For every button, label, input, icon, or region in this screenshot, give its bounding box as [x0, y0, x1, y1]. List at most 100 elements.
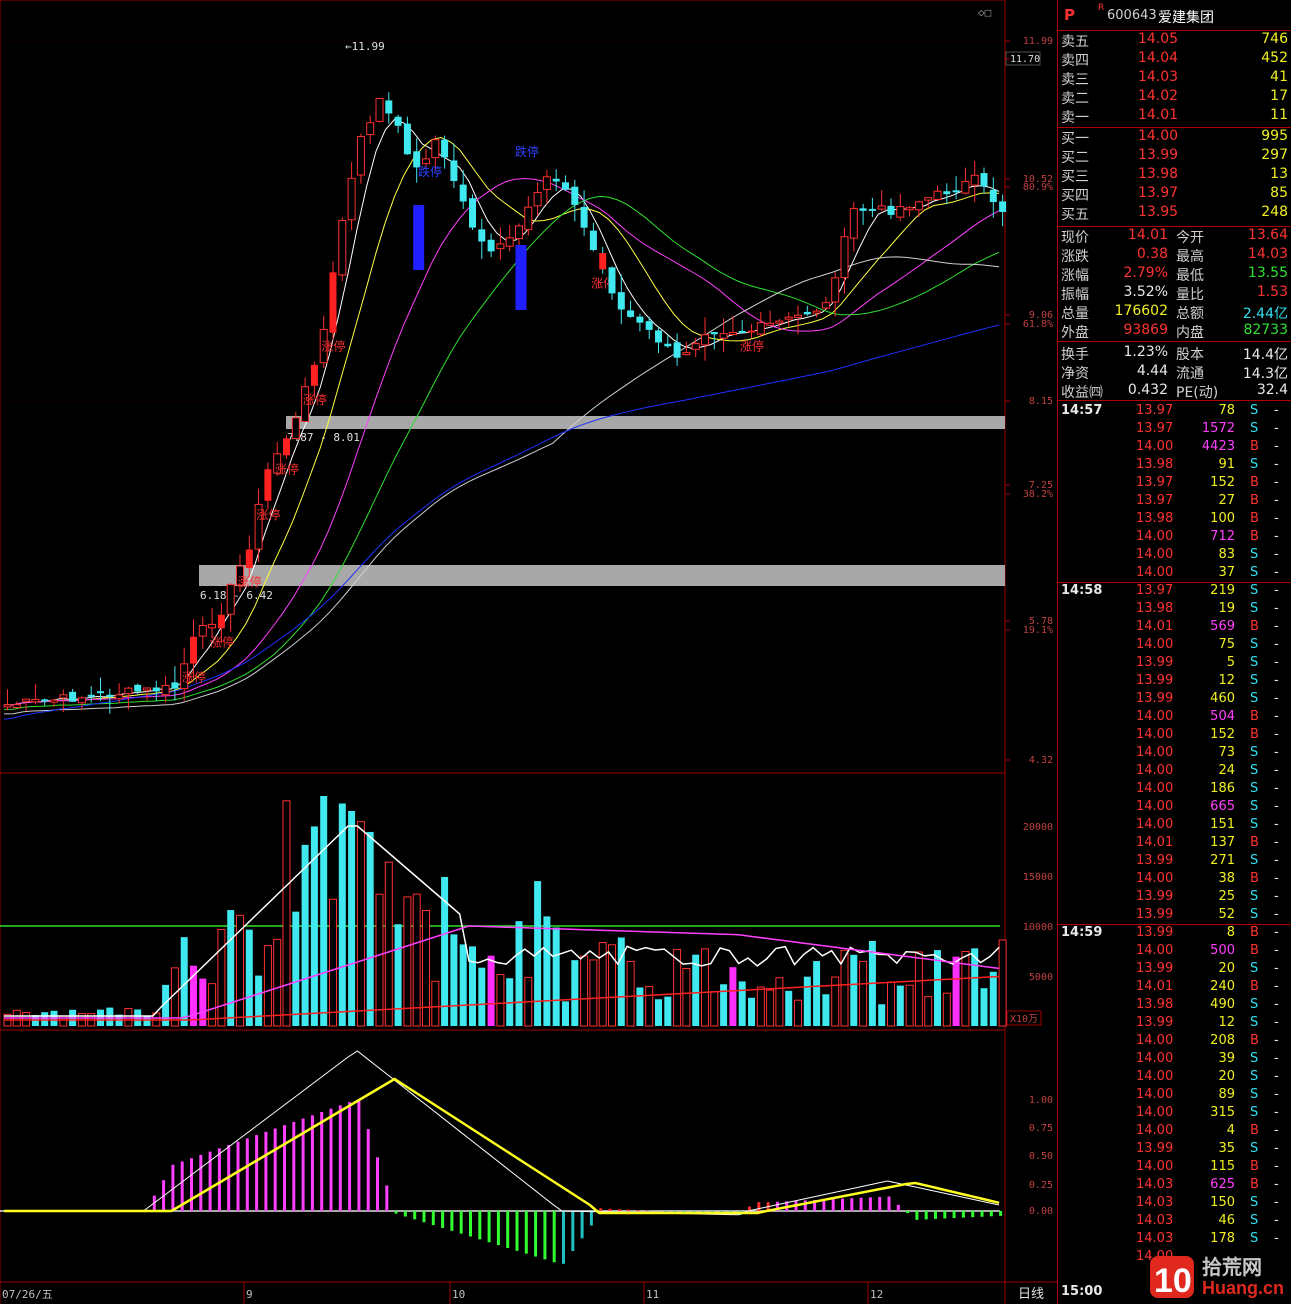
tick-dash: - — [1274, 601, 1279, 616]
tick-volume: 19 — [1218, 601, 1235, 616]
book-row: 卖二 14.02 17 — [1058, 88, 1291, 107]
candle-body — [87, 694, 95, 697]
tick-row: 13.98 100 B - — [1058, 511, 1291, 529]
volume-bar — [664, 996, 672, 1026]
book-price: 14.05 — [1138, 31, 1179, 47]
tick-row: 13.99 20 S - — [1058, 961, 1291, 979]
kline-chart-area[interactable]: ◇□ 11.99 11.70 10.52 80.9% 9.06 61.8% 8.15 7.25 3… — [0, 0, 1057, 1304]
book-label: 买三 — [1061, 169, 1089, 185]
tick-dash: - — [1274, 655, 1279, 670]
macd-bar — [329, 1108, 333, 1211]
stat-value: 2.44亿 — [1242, 306, 1288, 322]
candle-body — [980, 173, 988, 187]
tick-price: 13.98 — [1136, 511, 1174, 526]
macd-bar — [999, 1211, 1003, 1216]
tick-side: B — [1250, 979, 1259, 994]
volume-bar — [914, 951, 923, 1027]
watermark-en: Huang.cn — [1202, 1278, 1284, 1298]
macd-bar — [190, 1158, 193, 1211]
volume-bar — [403, 896, 412, 1027]
tick-row: 14.00 500 B - — [1058, 943, 1291, 961]
candle-body — [580, 206, 588, 228]
limit-down-candle — [413, 205, 425, 270]
stock-code[interactable]: 600643 — [1107, 8, 1157, 23]
price-axis-label: 38.2% — [1023, 489, 1053, 500]
limit-up-label: 涨停 — [210, 634, 234, 649]
tick-row: 14.00 151 S - — [1058, 817, 1291, 835]
candle-body — [487, 239, 495, 252]
stat-value: 1.53 — [1256, 284, 1288, 300]
macd-bar — [878, 1196, 882, 1211]
candle-body — [190, 636, 197, 664]
macd-bar — [980, 1211, 984, 1217]
tick-side: B — [1250, 1123, 1259, 1138]
limit-down-label: 跌停 — [418, 164, 442, 179]
book-row: 买四 13.97 85 — [1058, 185, 1291, 204]
candle-body — [849, 208, 858, 239]
tick-row: 13.97 27 B - — [1058, 493, 1291, 511]
stat-row: 外盘 93869 内盘 82733 — [1058, 322, 1291, 341]
tick-dash: - — [1274, 1015, 1279, 1030]
candle-body — [134, 684, 142, 692]
macd-bar — [617, 1209, 621, 1211]
stock-header: P R 600643 爱建集团 — [1058, 0, 1291, 31]
candle-body — [710, 332, 718, 335]
tick-row: 14.01 569 B - — [1058, 619, 1291, 637]
tick-side: S — [1250, 1069, 1259, 1084]
tick-volume: 271 — [1210, 853, 1235, 868]
book-row: 买二 13.99 297 — [1058, 147, 1291, 166]
macd-bar — [515, 1211, 519, 1251]
candle-body — [748, 330, 755, 333]
kline-chart[interactable]: ◇□11.9911.7010.5280.9%9.0661.8%8.157.253… — [0, 0, 1057, 1304]
macd-bar — [934, 1211, 937, 1219]
candle-body — [366, 122, 375, 136]
candle-body — [77, 697, 86, 704]
tick-dash: - — [1274, 727, 1279, 742]
tick-volume: 73 — [1218, 745, 1235, 760]
candle-body — [431, 139, 440, 159]
tick-side: S — [1250, 691, 1259, 706]
tick-dash: - — [1274, 763, 1279, 778]
stat-label: 外盘 — [1061, 325, 1089, 341]
tick-row: 13.98 91 S - — [1058, 457, 1291, 475]
tick-side: S — [1250, 817, 1259, 832]
volume-bar — [227, 910, 235, 1026]
candle-body — [217, 614, 225, 629]
tick-side: B — [1250, 619, 1259, 634]
candle-body — [310, 364, 318, 386]
tick-side: B — [1250, 1033, 1259, 1048]
volume-bar — [785, 990, 793, 1026]
tick-row: 14.00 4 B - — [1058, 1123, 1291, 1141]
date-axis-label: 07/26/五 — [2, 1288, 53, 1301]
volume-bar — [320, 796, 328, 1026]
stat-label: 换手 — [1061, 347, 1089, 363]
macd-bar — [366, 1129, 370, 1211]
tick-dash: - — [1274, 457, 1279, 472]
tick-row: 13.98 490 S - — [1058, 997, 1291, 1015]
tick-dash: - — [1274, 565, 1279, 580]
tick-row: 14:58 13.97 219 S - — [1058, 583, 1291, 601]
tick-row: 14.00 186 S - — [1058, 781, 1291, 799]
book-price: 14.04 — [1138, 50, 1179, 66]
stat-row: 总量 176602 总额 2.44亿 — [1058, 303, 1291, 322]
stat-value: 32.4 — [1256, 382, 1288, 398]
stock-name[interactable]: 爱建集团 — [1158, 7, 1214, 27]
tick-volume: 83 — [1218, 547, 1235, 562]
candle-body — [264, 469, 272, 501]
stat-value: 82733 — [1243, 322, 1288, 338]
macd-dif — [4, 1050, 1000, 1216]
volume-bar — [710, 991, 719, 1027]
candle-body — [31, 698, 40, 703]
limit-up-label: 涨停 — [275, 461, 299, 476]
volume-bar — [942, 992, 951, 1027]
tick-side: S — [1250, 961, 1259, 976]
tick-side: S — [1250, 673, 1259, 688]
tick-volume: 24 — [1218, 763, 1235, 778]
macd-bar — [906, 1211, 910, 1214]
volume-bar — [273, 938, 282, 1027]
tick-price: 14.00 — [1136, 1087, 1174, 1102]
macd-axis-label: 0.75 — [1029, 1123, 1053, 1134]
price-axis-label: 8.15 — [1029, 396, 1053, 407]
tick-dash: - — [1274, 1213, 1279, 1228]
tick-dash: - — [1274, 997, 1279, 1012]
